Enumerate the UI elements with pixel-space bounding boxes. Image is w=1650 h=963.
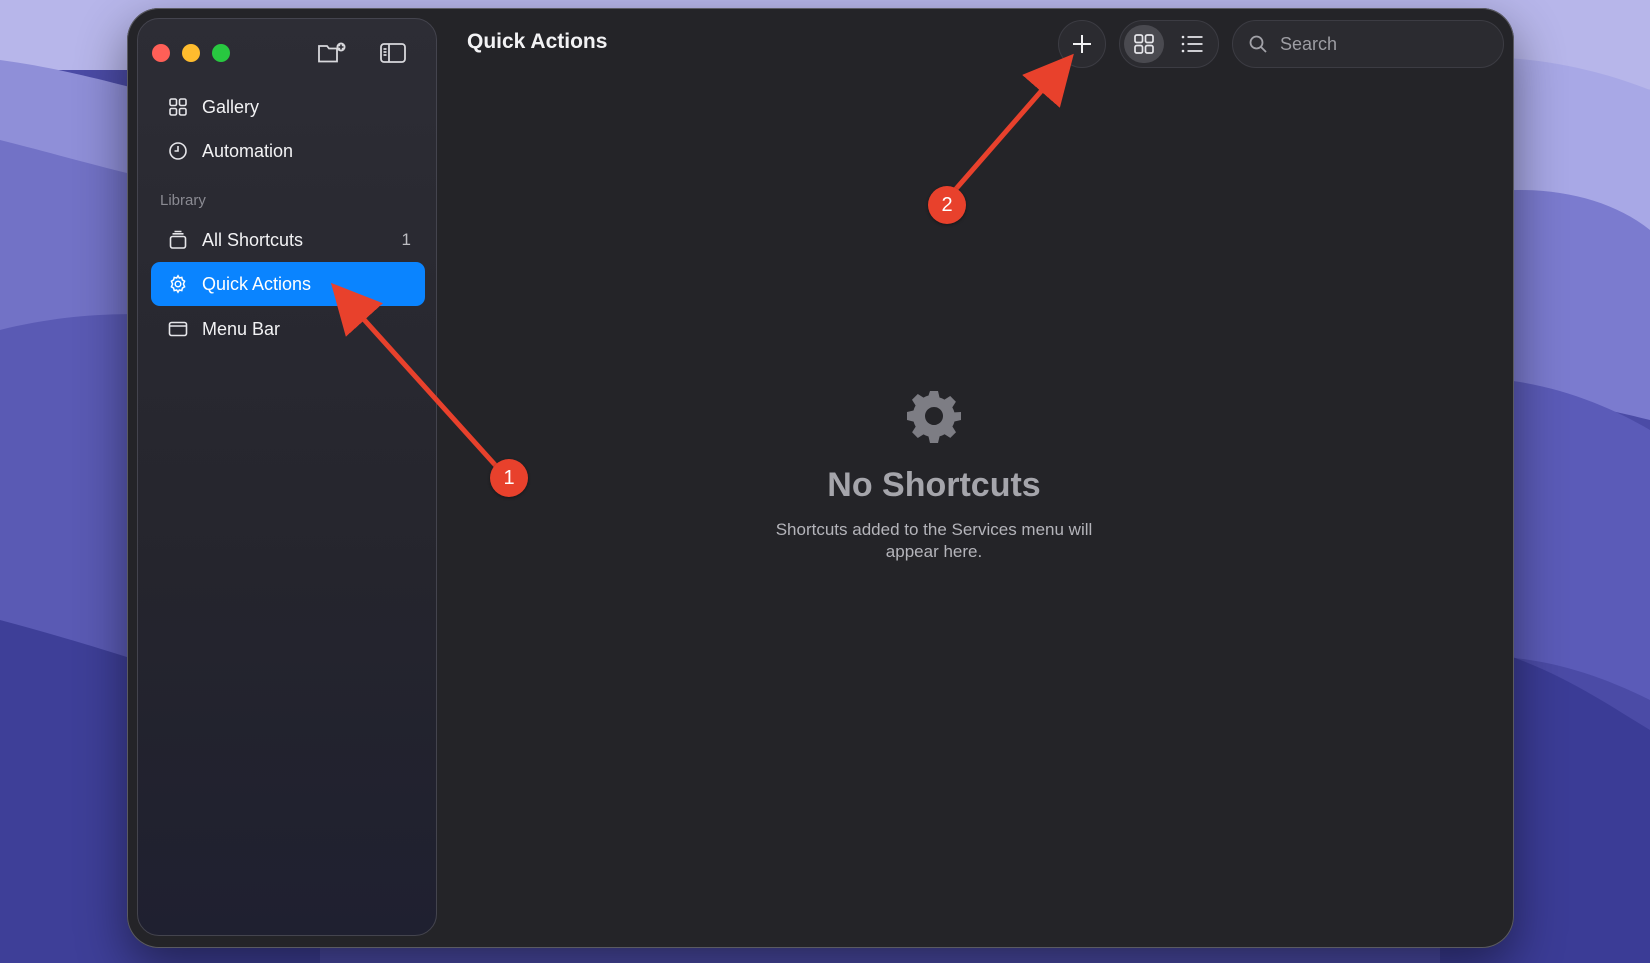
section-label-library: Library xyxy=(160,192,206,209)
minimize-button[interactable] xyxy=(182,44,200,62)
search-input[interactable] xyxy=(1278,32,1482,56)
page-title: Quick Actions xyxy=(467,30,608,53)
sidebar-item-quick-actions[interactable]: Quick Actions xyxy=(151,262,425,306)
empty-state-heading: No Shortcuts xyxy=(827,466,1041,504)
grid-view-button[interactable] xyxy=(1124,25,1164,63)
window-controls xyxy=(152,44,230,62)
sidebar-item-label: Quick Actions xyxy=(202,273,312,294)
grid-icon xyxy=(1134,34,1154,54)
add-shortcut-button[interactable] xyxy=(1058,20,1106,68)
description-line: Shortcuts added to the Services menu wil… xyxy=(775,520,1093,539)
menubar-icon xyxy=(167,318,189,340)
stack-icon xyxy=(167,229,189,251)
sidebar-item-gallery[interactable]: Gallery xyxy=(151,85,425,129)
zoom-button[interactable] xyxy=(212,44,230,62)
view-mode-toggle xyxy=(1119,20,1219,68)
list-view-button[interactable] xyxy=(1172,25,1212,63)
new-folder-icon xyxy=(318,42,346,63)
shortcuts-window: Gallery Automation Library All Shortcuts… xyxy=(127,8,1514,948)
sidebar-item-menu-bar[interactable]: Menu Bar xyxy=(151,307,425,351)
new-folder-button[interactable] xyxy=(316,41,348,65)
empty-state: No Shortcuts Shortcuts added to the Serv… xyxy=(724,388,1144,563)
search-field[interactable] xyxy=(1232,20,1504,68)
close-button[interactable] xyxy=(152,44,170,62)
empty-state-description: Shortcuts added to the Services menu wil… xyxy=(724,519,1144,563)
sidebar-item-label: Gallery xyxy=(202,96,260,117)
sidebar-item-label: All Shortcuts xyxy=(202,229,304,250)
shortcut-count: 1 xyxy=(401,230,411,249)
plus-icon xyxy=(1073,35,1091,53)
toggle-sidebar-button[interactable] xyxy=(377,41,409,65)
search-icon xyxy=(1248,34,1268,54)
sidebar-item-label: Menu Bar xyxy=(202,318,281,339)
description-line: appear here. xyxy=(885,542,983,561)
gear-icon xyxy=(167,273,189,295)
grid-icon xyxy=(167,96,189,118)
list-icon xyxy=(1181,35,1203,53)
gear-icon xyxy=(906,388,962,444)
sidebar-item-label: Automation xyxy=(202,140,294,161)
sidebar-item-automation[interactable]: Automation xyxy=(151,129,425,173)
sidebar-item-all-shortcuts[interactable]: All Shortcuts 1 xyxy=(151,218,425,262)
clock-icon xyxy=(167,140,189,162)
sidebar-icon xyxy=(380,43,406,63)
sidebar: Gallery Automation Library All Shortcuts… xyxy=(137,18,437,936)
